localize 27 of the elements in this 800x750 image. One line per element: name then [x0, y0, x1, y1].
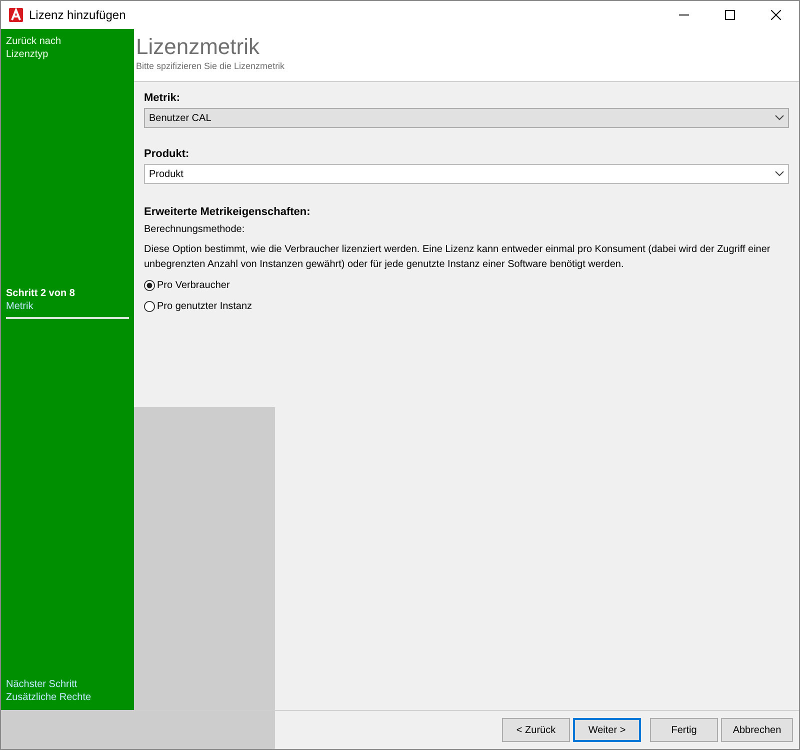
dropdown-field[interactable]: Produkt [144, 164, 789, 184]
caret-icon [775, 171, 784, 177]
page-subtitle: Bitte spzifizieren Sie die Lizenzmetrik [136, 61, 285, 71]
wizard-button[interactable]: < Zurück [502, 718, 570, 742]
next-step-name: Zusätzliche Rechte [6, 691, 92, 704]
radio-button[interactable] [144, 300, 155, 312]
page-title: Lizenzmetrik [136, 33, 260, 61]
maximize-icon [725, 10, 735, 20]
field-label: Metrik: [144, 92, 180, 104]
wizard-button[interactable]: Weiter > [573, 718, 641, 742]
next-step-label: Nächster Schritt [6, 678, 78, 691]
wizard-button[interactable]: Fertig [650, 718, 718, 742]
window-title: Lizenz hinzufügen [29, 8, 127, 22]
description-text: Diese Option bestimmt, wie die Verbraucher lizenziert werden. Eine Lizenz kann entweder einmal pro Konsument (dabei wird der Zugriff einer unbegrenzten Anzahl von Instanzen gewährt) oder für jede genutzte Instanz einer Software benötigt werden. [144, 243, 772, 272]
step-counter: Schritt 2 von 8 [6, 287, 76, 300]
option-label: Berechnungsmethode: [144, 224, 245, 235]
wizard-button[interactable]: Abbrechen [721, 718, 793, 742]
section-heading: Erweiterte Metrikeigenschaften: [144, 206, 310, 218]
app-logo-icon [9, 7, 23, 23]
caret-icon [775, 115, 784, 121]
radio-option[interactable]: Pro Verbraucher [144, 277, 230, 293]
back-link[interactable]: Zurück nach Lizenztyp [6, 35, 129, 61]
radio-option[interactable]: Pro genutzter Instanz [144, 298, 252, 314]
close-icon [771, 10, 781, 20]
field-label: Produkt: [144, 148, 190, 160]
radio-button[interactable] [144, 280, 155, 290]
current-step-name: Metrik [6, 300, 34, 313]
